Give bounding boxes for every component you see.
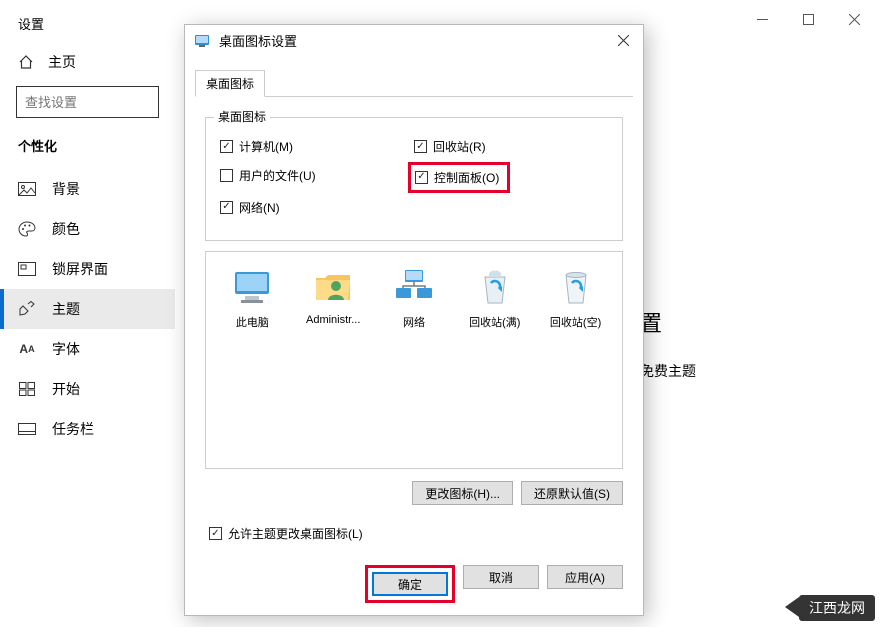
change-icon-button[interactable]: 更改图标(H)... <box>412 481 513 505</box>
dialog-title: 桌面图标设置 <box>219 31 297 50</box>
checkbox-icon <box>209 527 222 540</box>
group-legend: 桌面图标 <box>214 108 270 125</box>
close-button[interactable] <box>831 4 877 34</box>
restore-default-button[interactable]: 还原默认值(S) <box>521 481 623 505</box>
checkbox-network[interactable]: 网络(N) <box>220 199 608 216</box>
user-folder-icon <box>312 266 354 308</box>
checkbox-icon <box>220 169 233 182</box>
checkbox-label: 允许主题更改桌面图标(L) <box>228 525 363 542</box>
content-peek: 置 免费主题 <box>640 300 696 387</box>
nav-fonts[interactable]: AA 字体 <box>0 329 175 369</box>
window-title: 设置 <box>18 14 44 33</box>
nav-taskbar[interactable]: 任务栏 <box>0 409 175 449</box>
icon-label: Administr... <box>299 314 368 326</box>
checkbox-label: 网络(N) <box>239 199 280 216</box>
home-icon <box>18 54 34 70</box>
picture-icon <box>18 181 36 197</box>
checkbox-icon <box>220 201 233 214</box>
icon-label: 网络 <box>380 314 449 330</box>
highlight-ok: 确定 <box>365 565 455 603</box>
dialog-close-button[interactable] <box>609 29 637 51</box>
icon-administrator[interactable]: Administr... <box>299 266 368 326</box>
recycle-full-icon <box>474 266 516 308</box>
themes-icon <box>18 301 36 317</box>
nav-label: 字体 <box>52 339 80 359</box>
nav-label: 开始 <box>52 379 80 399</box>
tab-desktop-icons[interactable]: 桌面图标 <box>195 70 265 97</box>
checkbox-label: 计算机(M) <box>239 138 293 155</box>
nav-background[interactable]: 背景 <box>0 169 175 209</box>
start-icon <box>18 381 36 397</box>
watermark: 江西龙网 <box>799 595 875 621</box>
section-title: 个性化 <box>0 136 175 169</box>
nav-label: 主题 <box>52 299 80 319</box>
tab-strip: 桌面图标 <box>195 69 633 97</box>
desktop-icons-group: 桌面图标 计算机(M) 回收站(R) 用户的文件(U) 控制面板(O) 网络(N… <box>205 117 623 241</box>
lockscreen-icon <box>18 261 36 277</box>
computer-icon <box>231 266 273 308</box>
icon-label: 此电脑 <box>218 314 287 330</box>
nav-themes[interactable]: 主题 <box>0 289 175 329</box>
checkbox-label: 用户的文件(U) <box>239 167 316 184</box>
checkbox-recycle-bin[interactable]: 回收站(R) <box>414 138 608 155</box>
apply-button[interactable]: 应用(A) <box>547 565 623 589</box>
checkbox-icon <box>415 171 428 184</box>
network-icon <box>393 266 435 308</box>
checkbox-computer[interactable]: 计算机(M) <box>220 138 414 155</box>
icon-label: 回收站(空) <box>541 314 610 330</box>
fonts-icon: AA <box>18 341 36 357</box>
icon-preview[interactable]: 此电脑 Administr... 网络 回收站(满) 回收站(空) <box>205 251 623 469</box>
maximize-button[interactable] <box>785 4 831 34</box>
nav-label: 任务栏 <box>52 419 94 439</box>
home-link[interactable]: 主页 <box>0 46 175 86</box>
sidebar: 主页 个性化 背景 颜色 锁屏界面 主题 AA 字体 开始 任务栏 <box>0 46 175 449</box>
checkbox-user-files[interactable]: 用户的文件(U) <box>220 167 414 184</box>
ok-button[interactable]: 确定 <box>372 572 448 596</box>
dialog-buttons: 确定 取消 应用(A) <box>365 565 623 603</box>
dialog-icon <box>195 33 211 49</box>
highlight-control-panel: 控制面板(O) <box>408 162 510 193</box>
cancel-button[interactable]: 取消 <box>463 565 539 589</box>
nav-label: 锁屏界面 <box>52 259 108 279</box>
minimize-button[interactable] <box>739 4 785 34</box>
dialog-titlebar: 桌面图标设置 <box>185 25 643 56</box>
checkbox-label: 回收站(R) <box>433 138 486 155</box>
checkbox-label: 控制面板(O) <box>434 169 499 186</box>
recycle-empty-icon <box>555 266 597 308</box>
nav-start[interactable]: 开始 <box>0 369 175 409</box>
icon-this-pc[interactable]: 此电脑 <box>218 266 287 330</box>
nav-label: 背景 <box>52 179 80 199</box>
home-label: 主页 <box>48 52 76 72</box>
checkbox-icon <box>220 140 233 153</box>
desktop-icon-settings-dialog: 桌面图标设置 桌面图标 桌面图标 计算机(M) 回收站(R) 用户的文件(U) … <box>184 24 644 616</box>
content-line-tail: 免费主题 <box>640 363 696 379</box>
content-header-tail: 置 <box>640 300 696 348</box>
checkbox-allow-themes[interactable]: 允许主题更改桌面图标(L) <box>209 525 363 542</box>
palette-icon <box>18 221 36 237</box>
nav-label: 颜色 <box>52 219 80 239</box>
checkbox-icon <box>414 140 427 153</box>
checkbox-control-panel[interactable]: 控制面板(O) <box>415 169 499 186</box>
search-box[interactable] <box>16 86 159 118</box>
icon-recycle-empty[interactable]: 回收站(空) <box>541 266 610 330</box>
icon-network[interactable]: 网络 <box>380 266 449 330</box>
icon-recycle-full[interactable]: 回收站(满) <box>460 266 529 330</box>
taskbar-icon <box>18 421 36 437</box>
nav-lockscreen[interactable]: 锁屏界面 <box>0 249 175 289</box>
nav-colors[interactable]: 颜色 <box>0 209 175 249</box>
search-input[interactable] <box>17 87 158 117</box>
icon-edit-buttons: 更改图标(H)... 还原默认值(S) <box>412 481 623 505</box>
window-controls <box>739 4 877 34</box>
icon-label: 回收站(满) <box>460 314 529 330</box>
